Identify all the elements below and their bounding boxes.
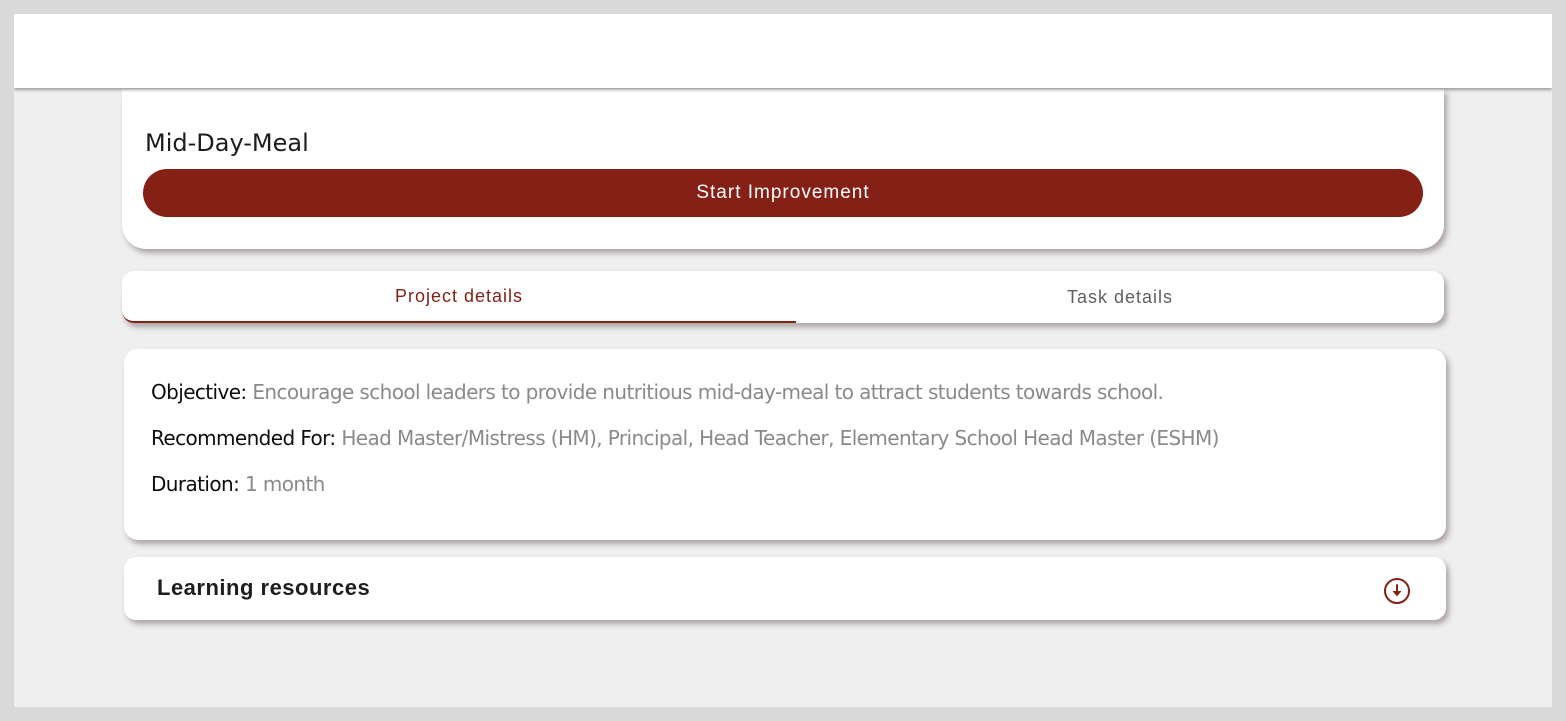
- tab-task-details[interactable]: Task details: [796, 271, 1444, 323]
- learning-resources-title: Learning resources: [157, 575, 371, 600]
- recommended-for-row: Recommended For: Head Master/Mistress (H…: [151, 428, 1219, 448]
- project-details-card: Objective: Encourage school leaders to p…: [124, 349, 1446, 540]
- duration-label: Duration:: [151, 472, 245, 496]
- objective-value: Encourage school leaders to provide nutr…: [252, 380, 1164, 404]
- recommended-for-value: Head Master/Mistress (HM), Principal, He…: [341, 426, 1219, 450]
- objective-row: Objective: Encourage school leaders to p…: [151, 380, 1164, 404]
- start-improvement-button[interactable]: Start Improvement: [143, 169, 1423, 217]
- objective-label: Objective:: [151, 380, 253, 404]
- duration-value: 1 month: [244, 472, 325, 496]
- learning-resources-accordion[interactable]: Learning resources: [124, 557, 1446, 620]
- project-title: Mid-Day-Meal: [145, 129, 309, 157]
- recommended-for-label: Recommended For:: [151, 426, 342, 450]
- details-tabs: Project details Task details: [122, 271, 1444, 323]
- top-header-bar: [14, 14, 1552, 88]
- tab-project-details[interactable]: Project details: [122, 271, 796, 323]
- app-frame: Mid-Day-Meal Start Improvement Project d…: [14, 14, 1552, 707]
- duration-row: Duration: 1 month: [151, 474, 325, 494]
- project-header-card: Mid-Day-Meal Start Improvement: [122, 89, 1444, 249]
- download-circle-icon[interactable]: [1383, 577, 1411, 605]
